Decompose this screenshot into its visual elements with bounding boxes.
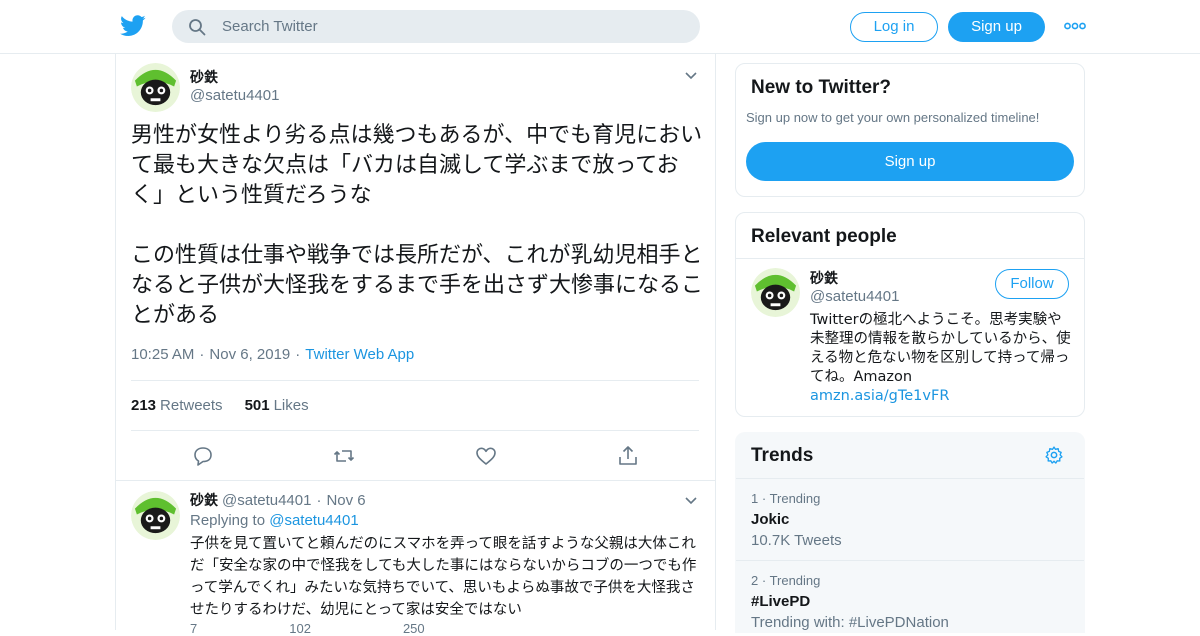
trend-rank: 2 — [751, 573, 759, 588]
avatar[interactable] — [131, 491, 180, 540]
retweets-count: 213 — [131, 397, 157, 414]
chevron-down-icon[interactable] — [684, 496, 698, 506]
trends-card: Trends 1 · Trending Jokic 10.7K Tweets 2… — [735, 432, 1085, 633]
trend-context: Trending with: #LivePDNation — [751, 614, 949, 631]
divider — [131, 380, 699, 381]
trend-rank-line: 2 · Trending — [751, 573, 821, 588]
share-icon[interactable] — [616, 444, 640, 468]
reply-header: 砂鉄 @satetu4401 · Nov 6 — [190, 490, 366, 510]
likes-count: 501 — [244, 397, 270, 414]
trend-name[interactable]: #LivePD — [751, 593, 810, 610]
reply-count[interactable]: 7 — [190, 621, 197, 636]
reply-date[interactable]: Nov 6 — [326, 492, 365, 509]
meta-separator: · — [199, 346, 205, 363]
tweet-meta: 10:25 AM · Nov 6, 2019 · Twitter Web App — [131, 346, 414, 363]
signup-card: New to Twitter? Sign up now to get your … — [735, 63, 1085, 197]
relevant-people-card: Relevant people 砂鉄 @satetu4401 Follow Tw… — [735, 212, 1085, 417]
signup-card-button[interactable]: Sign up — [746, 142, 1074, 181]
replying-handle-link[interactable]: @satetu4401 — [269, 512, 358, 529]
signup-button[interactable]: Sign up — [948, 12, 1045, 42]
likes-label: Likes — [273, 397, 309, 414]
retweet-count[interactable]: 102 — [289, 621, 311, 636]
trend-rank-line: 1 · Trending — [751, 491, 821, 506]
avatar[interactable] — [131, 63, 180, 112]
reply-actions: 7 102 250 — [190, 621, 517, 636]
reply-text: 子供を見て置いてと頼んだのにスマホを弄って眼を話すような父親は大体これだ「安全な… — [190, 536, 697, 618]
divider — [736, 258, 1084, 259]
author-handle[interactable]: @satetu4401 — [190, 87, 279, 104]
reply-author-name[interactable]: 砂鉄 — [190, 493, 218, 509]
card-title: Relevant people — [751, 226, 897, 247]
trend-label: Trending — [769, 573, 821, 588]
twitter-bird-icon[interactable] — [120, 14, 146, 38]
trend-item[interactable]: 1 · Trending Jokic 10.7K Tweets — [736, 478, 1084, 559]
card-subtitle: Sign up now to get your own personalized… — [746, 110, 1040, 125]
trend-item[interactable]: 2 · Trending #LivePD Trending with: #Liv… — [736, 560, 1084, 634]
author-name[interactable]: 砂鉄 — [190, 67, 218, 87]
trend-label: Trending — [769, 491, 821, 506]
tweet-source-link[interactable]: Twitter Web App — [305, 346, 414, 363]
follow-button[interactable]: Follow — [995, 269, 1069, 299]
tweet-date[interactable]: Nov 6, 2019 — [209, 346, 290, 363]
replying-prefix: Replying to — [190, 512, 266, 529]
divider — [131, 430, 699, 431]
meta-separator: · — [295, 346, 301, 363]
divider — [116, 480, 715, 481]
person-name[interactable]: 砂鉄 — [810, 268, 838, 288]
likes-stat[interactable]: 501 Likes — [245, 397, 309, 414]
reply-author-handle[interactable]: @satetu4401 — [222, 492, 311, 509]
retweets-label: Retweets — [160, 397, 223, 414]
retweet-icon[interactable] — [332, 444, 356, 468]
chevron-down-icon[interactable] — [684, 71, 698, 81]
card-title: New to Twitter? — [751, 77, 892, 98]
like-icon[interactable] — [474, 444, 498, 468]
retweets-stat[interactable]: 213 Retweets — [131, 397, 223, 414]
login-button[interactable]: Log in — [850, 12, 938, 42]
reply-icon[interactable] — [191, 444, 215, 468]
person-handle[interactable]: @satetu4401 — [810, 288, 899, 305]
trend-name[interactable]: Jokic — [751, 511, 789, 528]
bio-link[interactable]: amzn.asia/gTe1vFR — [810, 388, 949, 404]
trend-tweet-count: 10.7K Tweets — [751, 532, 842, 549]
more-icon[interactable] — [1064, 22, 1086, 30]
tweet-text: 男性が女性より劣る点は幾つもあるが、中でも育児において最も大きな欠点は「バカは自… — [131, 123, 704, 328]
tweet-time[interactable]: 10:25 AM — [131, 346, 194, 363]
card-title: Trends — [751, 445, 814, 466]
tweet-column: 砂鉄 @satetu4401 男性が女性より劣る点は幾つもあるが、中でも育児にお… — [115, 53, 716, 636]
bio-text: Twitterの極北へようこそ。思考実験や未整理の情報を散らかしているから、使え… — [810, 312, 1071, 385]
avatar[interactable] — [751, 268, 800, 317]
search-field[interactable]: Search Twitter — [172, 10, 700, 43]
search-icon — [189, 19, 206, 36]
person-bio: Twitterの極北へようこそ。思考実験や未整理の情報を散らかしているから、使え… — [810, 311, 1072, 406]
settings-gear-icon[interactable] — [1044, 445, 1064, 465]
trend-rank: 1 — [751, 491, 759, 506]
top-navigation-bar: Search Twitter Log in Sign up — [0, 0, 1200, 54]
like-count[interactable]: 250 — [403, 621, 425, 636]
replying-to: Replying to @satetu4401 — [190, 512, 359, 529]
meta-separator: · — [316, 492, 322, 509]
search-placeholder[interactable]: Search Twitter — [222, 18, 318, 35]
tweet-stats: 213 Retweets 501 Likes — [131, 397, 309, 414]
